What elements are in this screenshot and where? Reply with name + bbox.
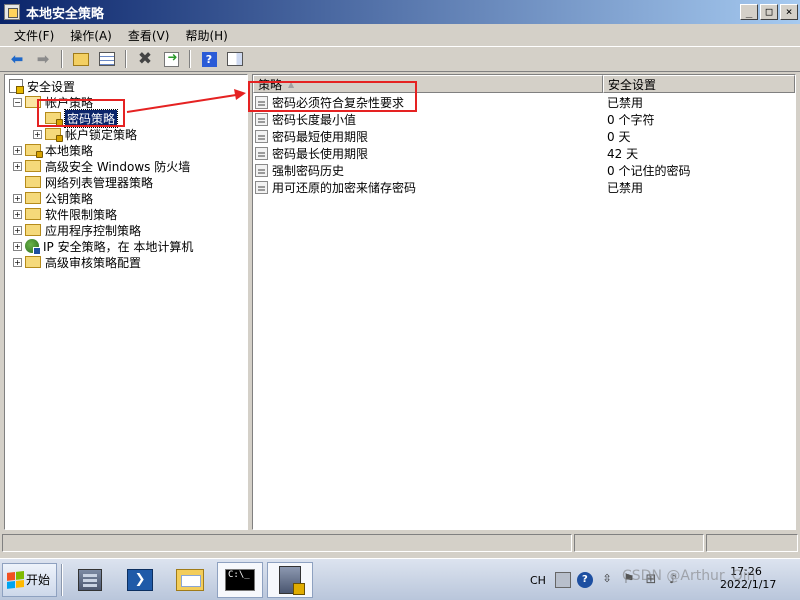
taskbar-powershell[interactable]: ❯ (117, 562, 163, 598)
server-manager-icon (78, 568, 103, 591)
start-button[interactable]: 开始 (2, 562, 58, 597)
taskbar-explorer[interactable] (167, 562, 213, 598)
windows-logo-icon (7, 570, 24, 589)
language-indicator[interactable]: CH (524, 574, 552, 587)
taskbar-secpol[interactable] (267, 561, 314, 598)
annotation-arrow (126, 89, 246, 113)
powershell-icon: ❯ (127, 568, 154, 591)
taskbar-separator (61, 563, 64, 596)
cmd-icon: C:\_ (225, 568, 256, 591)
pin-icon[interactable]: ⇳ (599, 572, 615, 588)
watermark: CSDN @Arthur_Qin (622, 568, 756, 584)
start-label: 开始 (26, 573, 51, 587)
desktop: 本地安全策略 _ □ × 文件(F) 操作(A) 查看(V) 帮助(H) ⬅ ➡… (0, 0, 800, 600)
local-security-policy-icon (279, 565, 306, 595)
help-icon[interactable]: ? (576, 572, 593, 588)
taskbar-server-manager[interactable] (67, 562, 113, 598)
explorer-icon (176, 568, 205, 591)
taskbar-cmd[interactable]: C:\_ (217, 561, 264, 598)
keyboard-icon[interactable] (554, 572, 571, 588)
